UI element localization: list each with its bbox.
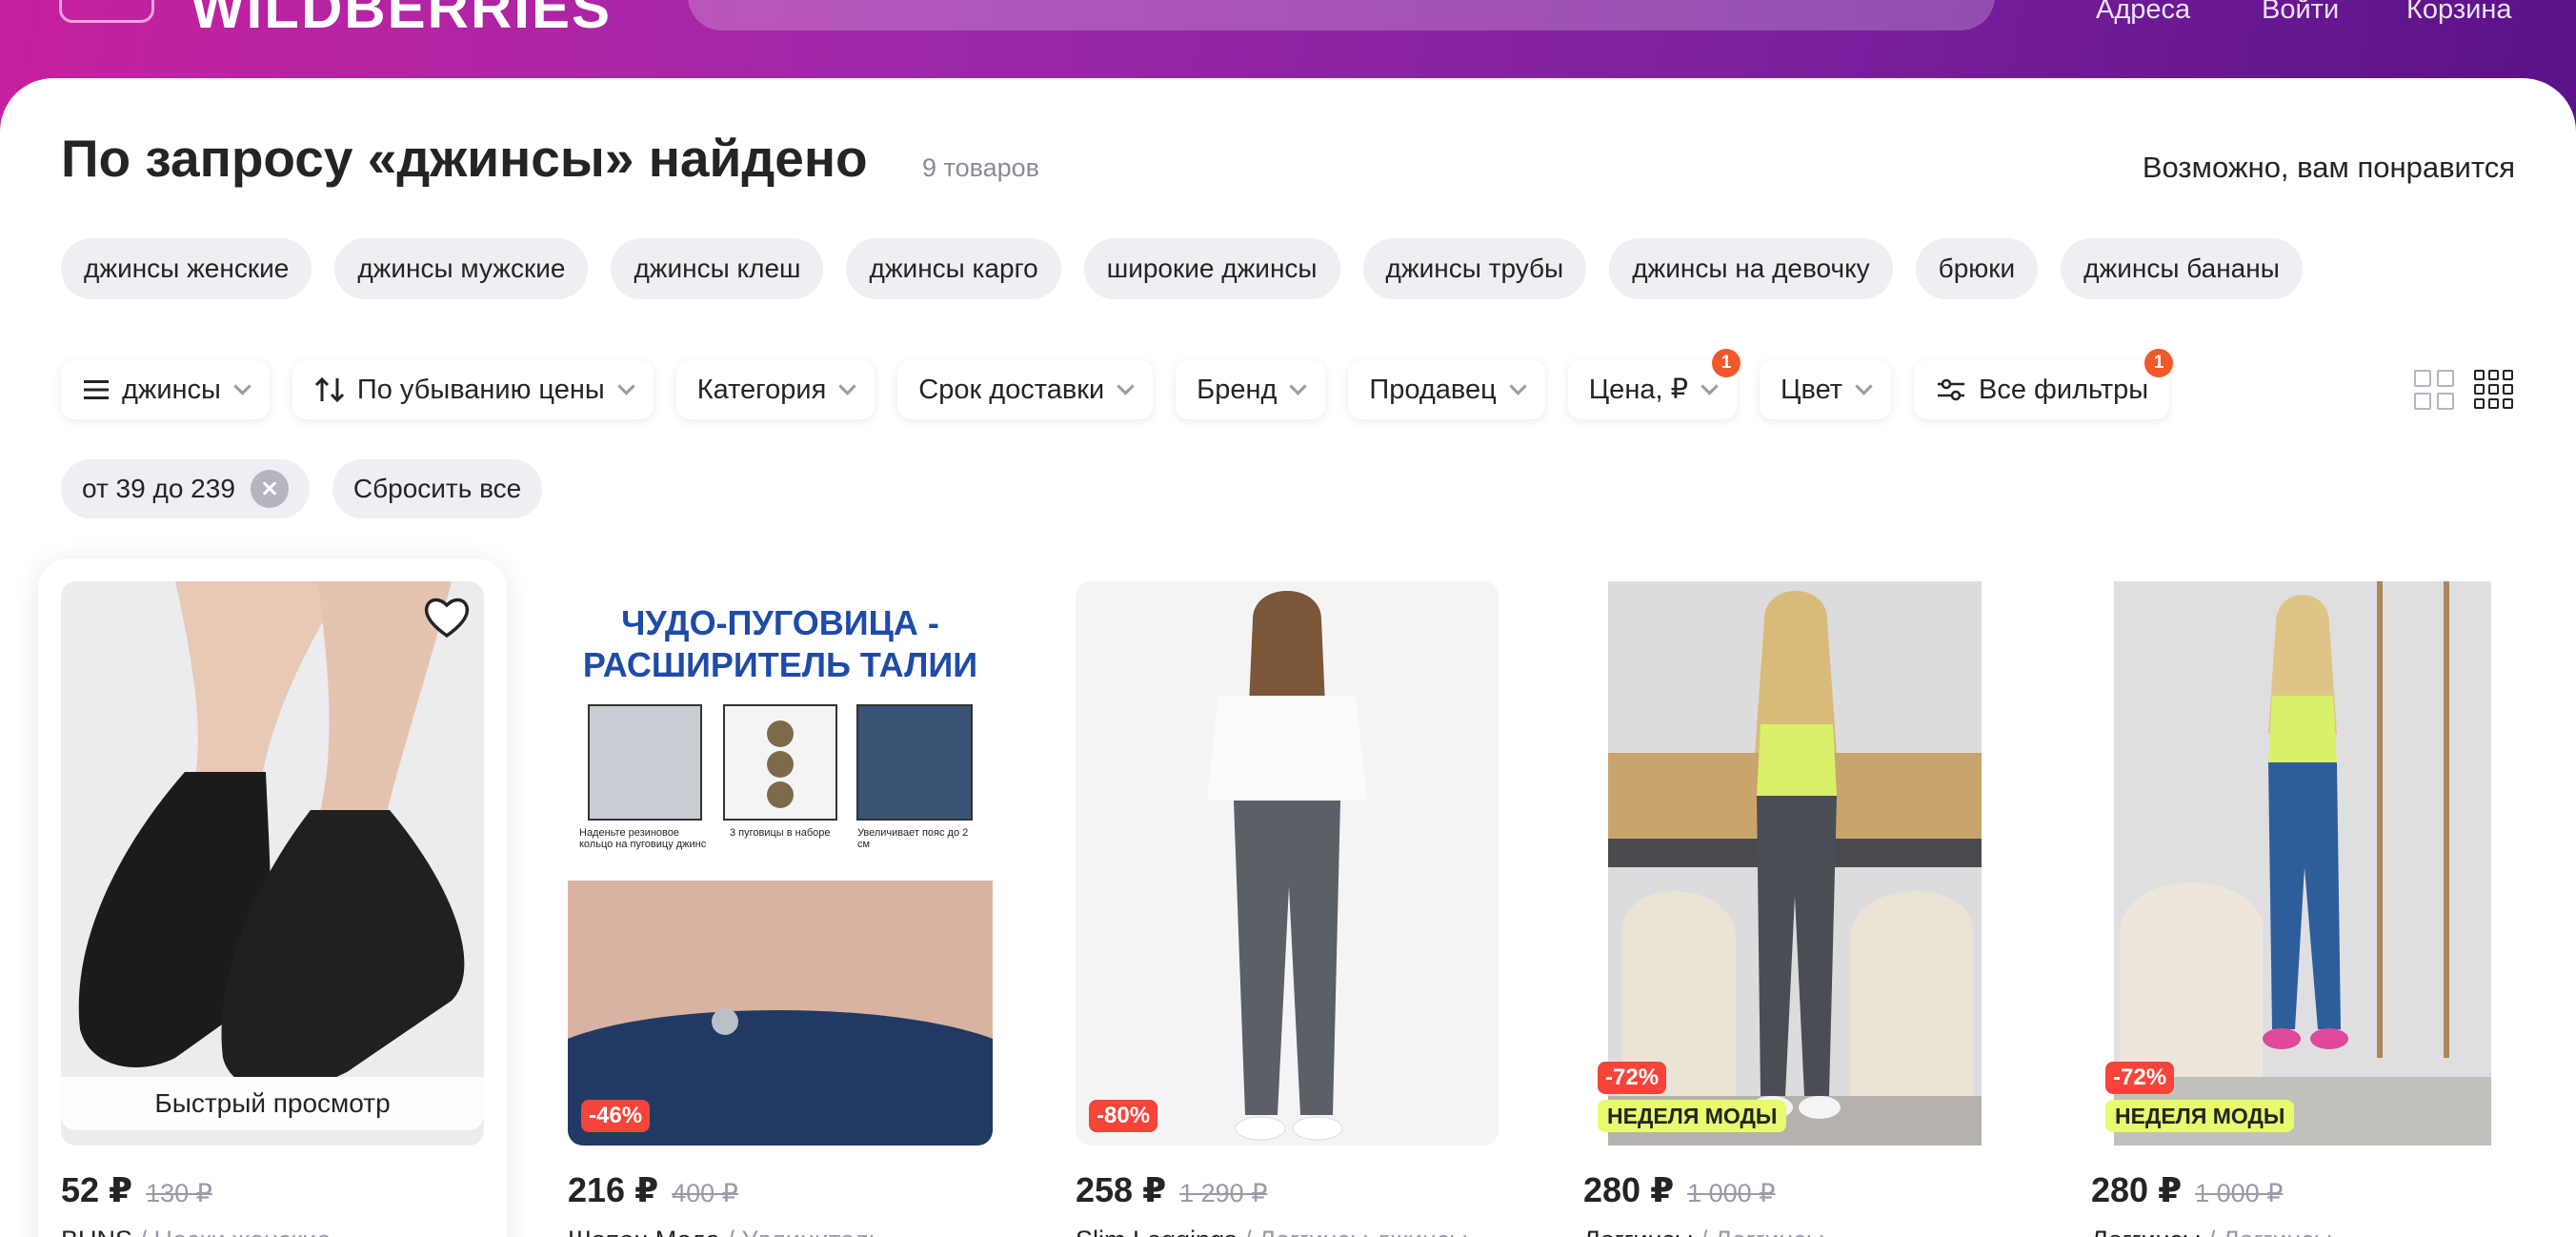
product-title[interactable]: Леггинсы / Леггинсы — [1583, 1226, 1824, 1237]
promo-headline: ЧУДО-ПУГОВИЦА - РАСШИРИТЕЛЬ ТАЛИИ — [582, 603, 978, 684]
chevron-down-icon — [1509, 376, 1527, 395]
chevron-down-icon — [233, 376, 252, 395]
leggings-image — [1207, 591, 1367, 1141]
quick-view-button[interactable]: Быстрый просмотр — [61, 1077, 484, 1130]
suggestion-chip[interactable]: широкие джинсы — [1083, 238, 1340, 299]
chevron-down-icon — [1289, 376, 1308, 395]
suggestion-chip[interactable]: джинсы клеш — [611, 238, 824, 299]
filter-bar: джинсы По убыванию цены Категория Срок д… — [61, 349, 2174, 419]
product-price: 280 ₽1 000 ₽ — [1583, 1170, 1776, 1209]
brand-dropdown[interactable]: Бренд — [1176, 360, 1326, 419]
product-title[interactable]: Леггинсы / Леггинсы — [2091, 1226, 2332, 1237]
discount-badge: -72% — [1598, 1062, 1667, 1094]
suggestion-chips: джинсы женские джинсы мужские джинсы кле… — [61, 238, 2303, 299]
chevron-down-icon — [1117, 376, 1135, 395]
product-title[interactable]: BUNS / Носки женские — [61, 1226, 331, 1237]
delivery-label: Срок доставки — [918, 375, 1105, 405]
discount-badge: -46% — [581, 1100, 651, 1132]
nav-cart[interactable]: Корзина — [2406, 0, 2511, 26]
brand-label: Бренд — [1197, 375, 1278, 405]
nav-login[interactable]: Войти — [2262, 0, 2339, 26]
discount-badge: -72% — [2105, 1062, 2175, 1094]
nav-addresses[interactable]: Адреса — [2096, 0, 2190, 26]
sliders-icon — [1938, 378, 1965, 401]
close-icon[interactable] — [250, 470, 289, 508]
logo[interactable]: WILDBERRIES — [191, 0, 612, 41]
suggestion-chip[interactable]: джинсы женские — [61, 238, 312, 299]
price-dropdown[interactable]: Цена, ₽ 1 — [1567, 349, 1741, 419]
all-filters-label: Все фильтры — [1979, 375, 2149, 405]
color-dropdown[interactable]: Цвет — [1760, 360, 1892, 419]
sort-arrows-icon — [314, 376, 344, 403]
category-query-label: джинсы — [122, 375, 221, 405]
sort-label: По убыванию цены — [356, 375, 605, 405]
grid-large-view-icon[interactable] — [2414, 370, 2454, 410]
delivery-dropdown[interactable]: Срок доставки — [897, 360, 1154, 419]
seller-label: Продавец — [1369, 375, 1497, 405]
category-query-dropdown[interactable]: джинсы — [61, 360, 270, 419]
product-image[interactable] — [1076, 581, 1499, 1146]
product-price: 258 ₽1 290 ₽ — [1076, 1170, 1268, 1209]
discount-badge: -80% — [1089, 1100, 1158, 1132]
fashion-week-tag: НЕДЕЛЯ МОДЫ — [2105, 1100, 2295, 1132]
old-price: 400 ₽ — [672, 1179, 738, 1207]
suggestion-chip[interactable]: джинсы карго — [846, 238, 1061, 299]
results-count: 9 товаров — [922, 153, 1040, 182]
seller-dropdown[interactable]: Продавец — [1348, 360, 1545, 419]
promo-caption: Наденьте резиновое кольцо на пуговицу дж… — [579, 827, 707, 850]
price-filter-badge: 1 — [1712, 349, 1741, 377]
socks-image — [61, 581, 484, 1146]
suggestion-chip[interactable]: джинсы бананы — [2061, 238, 2303, 299]
old-price: 130 ₽ — [146, 1179, 212, 1207]
suggestion-chip[interactable]: джинсы на девочку — [1609, 238, 1893, 299]
product-price: 280 ₽1 000 ₽ — [2091, 1170, 2284, 1209]
promo-caption: Увеличивает пояс до 2 см — [857, 827, 969, 850]
page-title: По запросу «джинсы» найдено — [61, 129, 868, 188]
search-input[interactable] — [688, 0, 1995, 30]
chevron-down-icon — [838, 376, 856, 395]
sort-dropdown[interactable]: По убыванию цены — [292, 360, 654, 419]
product-title[interactable]: Slim Leggings / Леггинсы джинсы — [1076, 1226, 1468, 1237]
category-dropdown[interactable]: Категория — [675, 360, 875, 419]
chevron-down-icon — [1701, 376, 1719, 395]
product-price: 52 ₽130 ₽ — [61, 1170, 212, 1209]
old-price: 1 000 ₽ — [1687, 1179, 1776, 1207]
product-image[interactable] — [61, 581, 484, 1146]
fashion-week-tag: НЕДЕЛЯ МОДЫ — [1598, 1100, 1787, 1132]
category-label: Категория — [696, 375, 827, 405]
menu-button[interactable] — [59, 0, 154, 23]
product-title[interactable]: Шопен Мода / Удлинитель — [568, 1226, 882, 1237]
reset-all-button[interactable]: Сбросить все — [332, 459, 543, 518]
old-price: 1 290 ₽ — [1179, 1179, 1268, 1207]
all-filters-badge: 1 — [2144, 349, 2174, 377]
chevron-down-icon — [617, 376, 635, 395]
all-filters-button[interactable]: Все фильтры 1 — [1914, 349, 2174, 419]
product-price: 216 ₽400 ₽ — [568, 1170, 738, 1209]
price-range-label: от 39 до 239 — [82, 474, 235, 503]
chevron-down-icon — [1855, 376, 1873, 395]
suggestion-chip[interactable]: джинсы мужские — [334, 238, 589, 299]
heart-icon[interactable] — [423, 596, 471, 639]
grid-small-view-icon[interactable] — [2474, 370, 2513, 409]
applied-filters: от 39 до 239 Сбросить все — [61, 459, 543, 518]
color-label: Цвет — [1781, 375, 1843, 405]
recommendations-link[interactable]: Возможно, вам понравится — [2143, 151, 2515, 185]
price-range-chip[interactable]: от 39 до 239 — [61, 459, 310, 518]
product-image[interactable]: ЧУДО-ПУГОВИЦА - РАСШИРИТЕЛЬ ТАЛИИ Наденьт… — [568, 581, 993, 1146]
hamburger-icon — [84, 380, 109, 399]
suggestion-chip[interactable]: джинсы трубы — [1362, 238, 1587, 299]
promo-caption: 3 пуговицы в наборе — [730, 827, 831, 839]
price-label: Цена, ₽ — [1588, 375, 1689, 405]
old-price: 1 000 ₽ — [2195, 1179, 2284, 1207]
suggestion-chip[interactable]: брюки — [1915, 238, 2039, 299]
